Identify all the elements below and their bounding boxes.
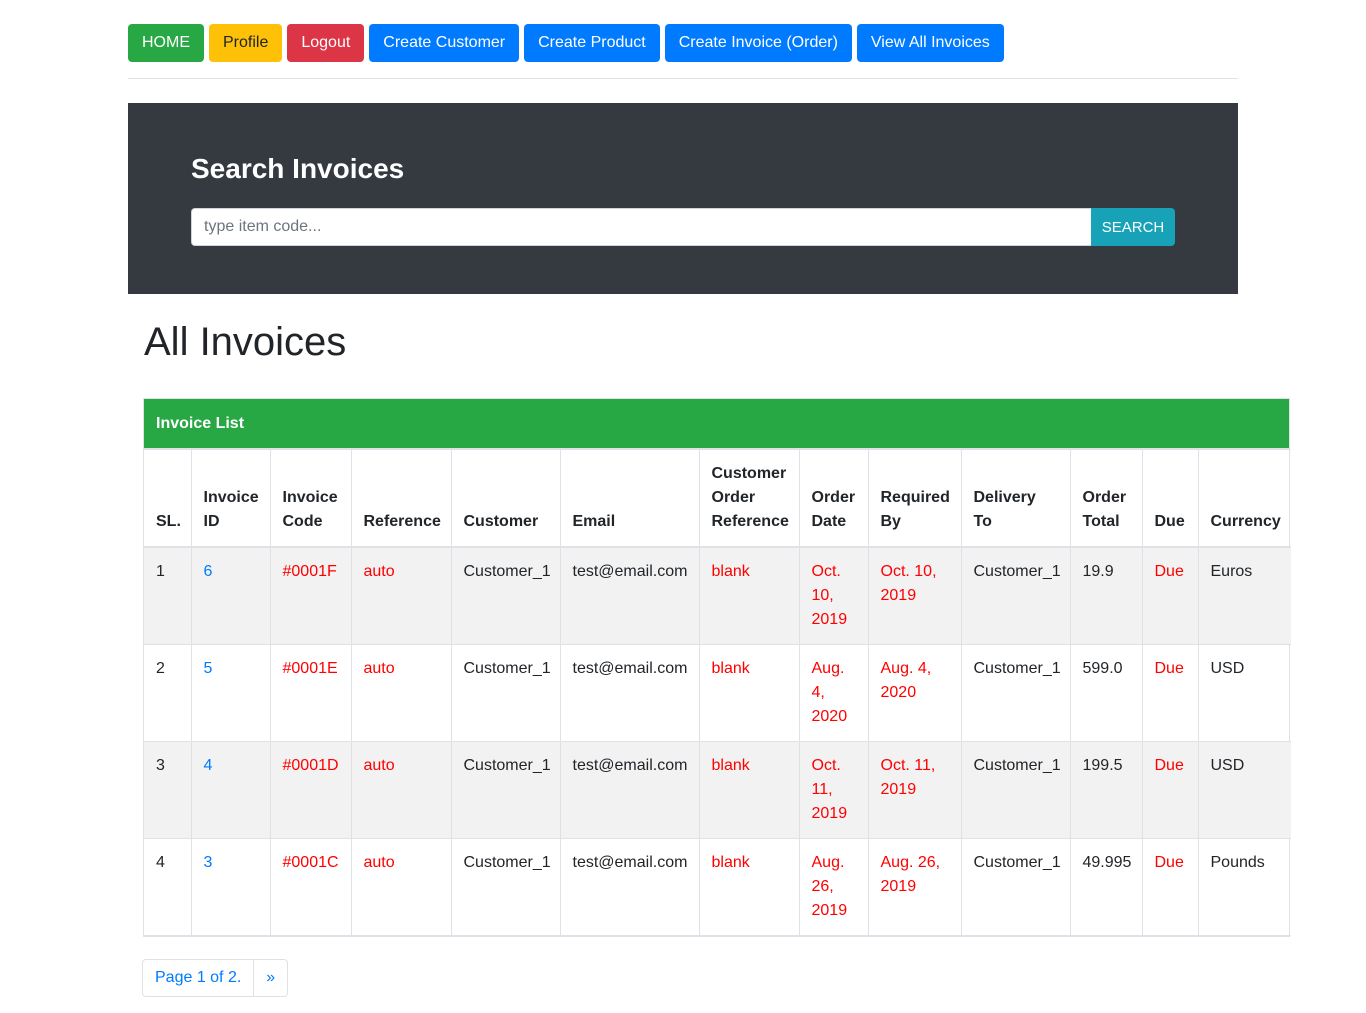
cell-email: test@email.com — [559, 644, 700, 742]
col-customer: Customer — [450, 449, 561, 548]
cell-invoice-code: #0001D — [269, 741, 352, 839]
next-page-link[interactable]: » — [254, 959, 289, 997]
invoice-id-link[interactable]: 4 — [204, 757, 213, 774]
col-email: Email — [559, 449, 700, 548]
col-delivery-to: Delivery To — [960, 449, 1071, 548]
cell-email: test@email.com — [559, 741, 700, 839]
col-customer-order-reference: Customer Order Reference — [698, 449, 800, 548]
cell-delivery-to: Customer_1 — [960, 644, 1071, 742]
cell-reference: auto — [350, 546, 452, 645]
cell-invoice-code: #0001F — [269, 546, 352, 645]
cell-customer-order-reference: blank — [698, 644, 800, 742]
page-title: All Invoices — [144, 320, 347, 364]
cell-invoice-code: #0001C — [269, 838, 352, 936]
cell-required-by: Oct. 11, 2019 — [867, 741, 962, 839]
cell-due: Due — [1141, 546, 1199, 645]
create-product-button[interactable]: Create Product — [524, 24, 660, 62]
cell-currency: Euros — [1197, 546, 1291, 645]
invoice-id-link[interactable]: 6 — [204, 563, 213, 580]
top-nav: HOME Profile Logout Create Customer Crea… — [128, 24, 1004, 62]
cell-delivery-to: Customer_1 — [960, 546, 1071, 645]
cell-customer: Customer_1 — [450, 838, 561, 936]
table-row: 4 3 #0001C auto Customer_1 test@email.co… — [144, 838, 1291, 936]
table-header-row: SL. Invoice ID Invoice Code Reference Cu… — [144, 449, 1291, 548]
create-invoice-button[interactable]: Create Invoice (Order) — [664, 24, 852, 62]
table-row: 2 5 #0001E auto Customer_1 test@email.co… — [144, 644, 1291, 742]
pagination: Page 1 of 2. » — [142, 959, 289, 997]
cell-email: test@email.com — [559, 838, 700, 936]
cell-customer: Customer_1 — [450, 546, 561, 645]
col-reference: Reference — [350, 449, 452, 548]
col-currency: Currency — [1197, 449, 1291, 548]
cell-reference: auto — [350, 741, 452, 839]
cell-due: Due — [1141, 741, 1199, 839]
cell-sl: 3 — [144, 741, 192, 839]
cell-order-date: Aug. 26, 2019 — [798, 838, 869, 936]
cell-email: test@email.com — [559, 546, 700, 645]
cell-order-date: Oct. 11, 2019 — [798, 741, 869, 839]
col-order-total: Order Total — [1069, 449, 1143, 548]
cell-currency: USD — [1197, 644, 1291, 742]
profile-button[interactable]: Profile — [209, 24, 283, 62]
cell-order-total: 599.0 — [1069, 644, 1143, 742]
nav-divider — [128, 78, 1238, 79]
invoice-id-link[interactable]: 5 — [204, 660, 213, 677]
cell-customer-order-reference: blank — [698, 741, 800, 839]
cell-currency: Pounds — [1197, 838, 1291, 936]
invoice-list-card: Invoice List SL. Invoice ID Invoice Code… — [143, 398, 1291, 937]
cell-delivery-to: Customer_1 — [960, 741, 1071, 839]
cell-sl: 4 — [144, 838, 192, 936]
home-button[interactable]: HOME — [128, 24, 204, 62]
invoice-id-link[interactable]: 3 — [204, 854, 213, 871]
search-button[interactable]: SEARCH — [1091, 208, 1175, 246]
cell-order-total: 19.9 — [1069, 546, 1143, 645]
col-required-by: Required By — [867, 449, 962, 548]
cell-currency: USD — [1197, 741, 1291, 839]
cell-sl: 1 — [144, 546, 192, 645]
table-row: 3 4 #0001D auto Customer_1 test@email.co… — [144, 741, 1291, 839]
cell-required-by: Aug. 4, 2020 — [867, 644, 962, 742]
search-form: SEARCH — [191, 208, 1175, 246]
cell-order-date: Oct. 10, 2019 — [798, 546, 869, 645]
page-info-link[interactable]: Page 1 of 2. — [142, 959, 255, 997]
cell-order-date: Aug. 4, 2020 — [798, 644, 869, 742]
cell-order-total: 49.995 — [1069, 838, 1143, 936]
invoice-table: SL. Invoice ID Invoice Code Reference Cu… — [144, 449, 1291, 936]
search-input[interactable] — [191, 208, 1091, 246]
cell-due: Due — [1141, 644, 1199, 742]
cell-reference: auto — [350, 838, 452, 936]
view-all-invoices-button[interactable]: View All Invoices — [856, 24, 1004, 62]
col-invoice-id: Invoice ID — [190, 449, 271, 548]
cell-customer: Customer_1 — [450, 741, 561, 839]
cell-sl: 2 — [144, 644, 192, 742]
cell-invoice-code: #0001E — [269, 644, 352, 742]
col-sl: SL. — [144, 449, 192, 548]
cell-customer-order-reference: blank — [698, 546, 800, 645]
search-title: Search Invoices — [191, 153, 405, 184]
search-panel: Search Invoices SEARCH — [128, 103, 1238, 294]
cell-due: Due — [1141, 838, 1199, 936]
cell-customer-order-reference: blank — [698, 838, 800, 936]
cell-order-total: 199.5 — [1069, 741, 1143, 839]
cell-delivery-to: Customer_1 — [960, 838, 1071, 936]
col-due: Due — [1141, 449, 1199, 548]
logout-button[interactable]: Logout — [287, 24, 365, 62]
col-order-date: Order Date — [798, 449, 869, 548]
cell-required-by: Oct. 10, 2019 — [867, 546, 962, 645]
table-row: 1 6 #0001F auto Customer_1 test@email.co… — [144, 546, 1291, 645]
cell-reference: auto — [350, 644, 452, 742]
col-invoice-code: Invoice Code — [269, 449, 352, 548]
cell-customer: Customer_1 — [450, 644, 561, 742]
cell-required-by: Aug. 26, 2019 — [867, 838, 962, 936]
create-customer-button[interactable]: Create Customer — [369, 24, 520, 62]
card-header: Invoice List — [144, 399, 1289, 449]
